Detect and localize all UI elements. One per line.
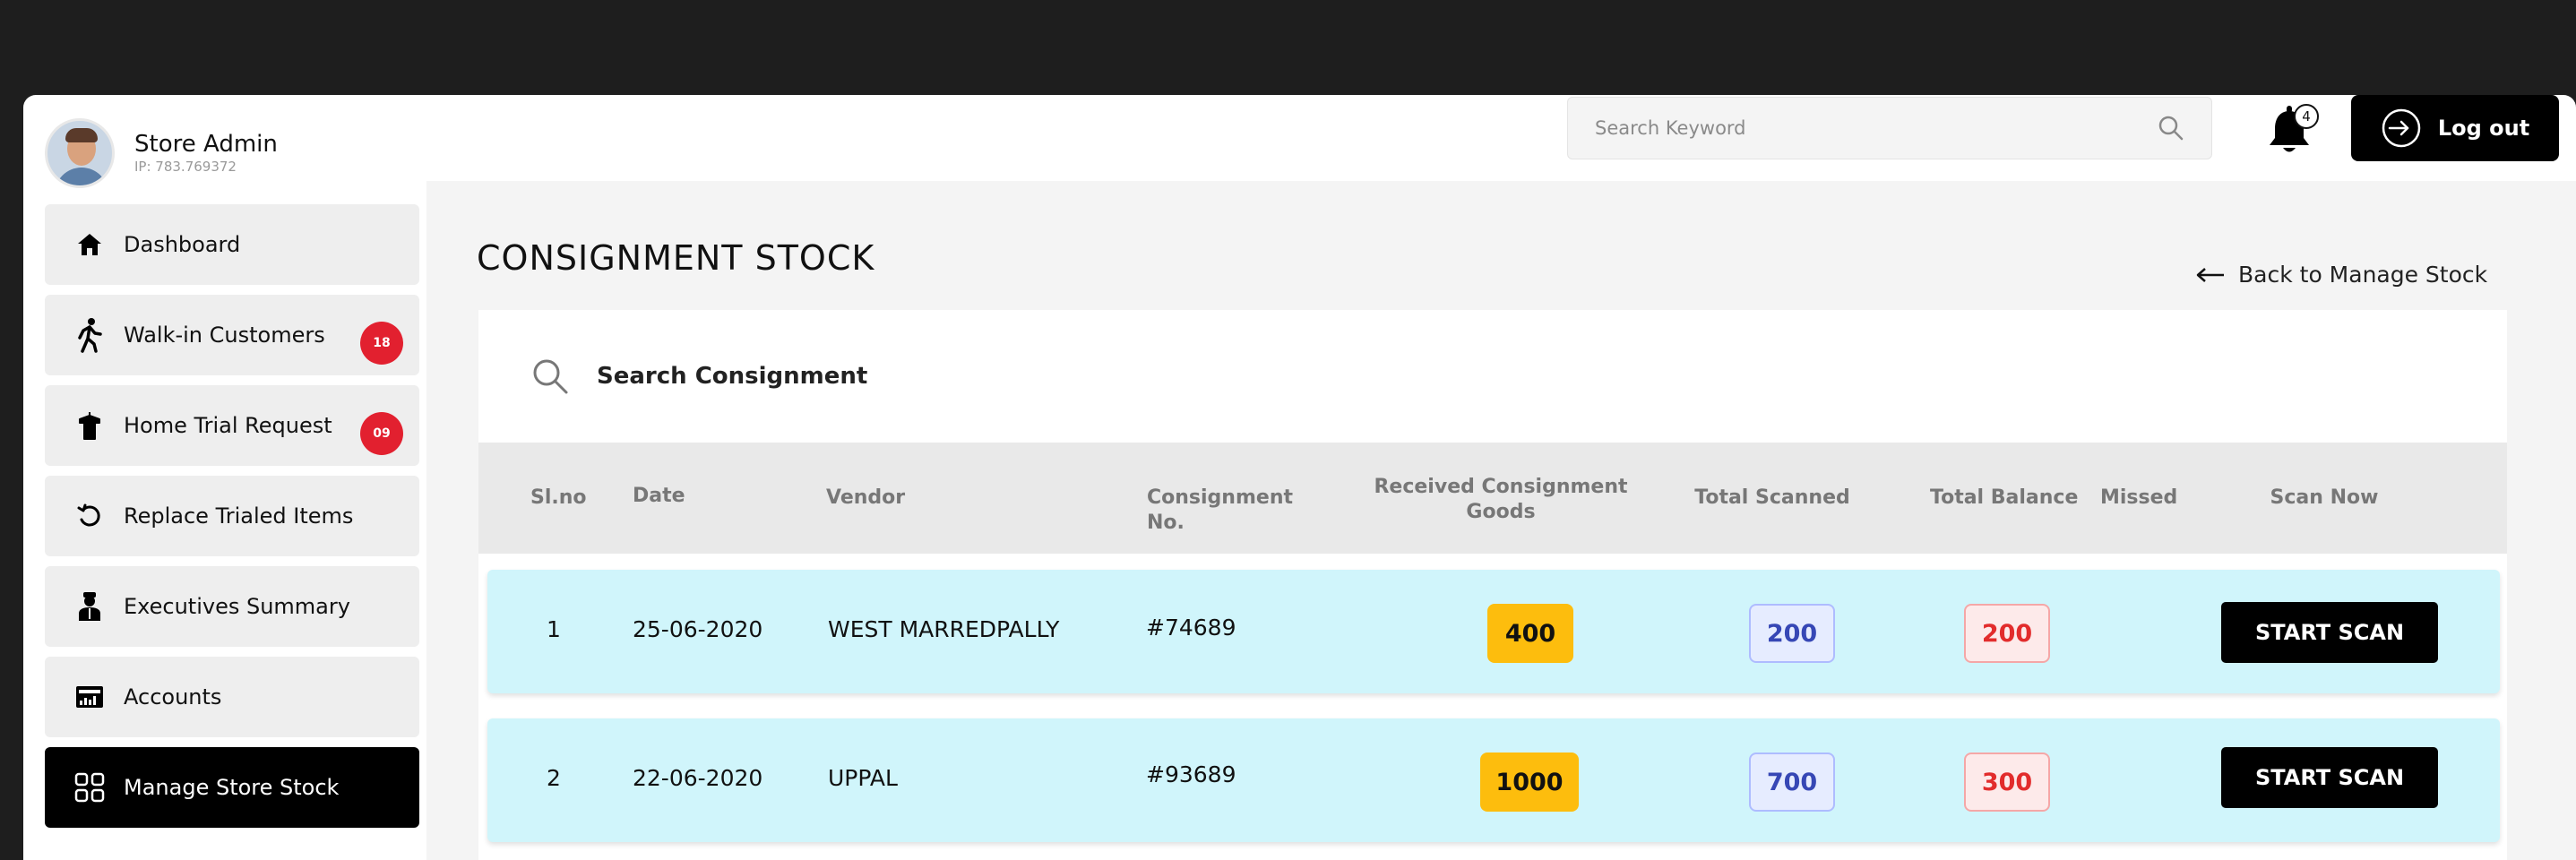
user-name: Store Admin (134, 131, 278, 158)
column-header-consignment-no: Consignment No. (1147, 486, 1293, 534)
cell-slno: 1 (547, 616, 561, 642)
cell-vendor: UPPAL (828, 765, 898, 791)
consignment-search-input[interactable] (597, 363, 1403, 390)
sidebar-item-label: Home Trial Request (124, 413, 332, 438)
sidebar-item-label: Replace Trialed Items (124, 503, 354, 529)
column-header-vendor: Vendor (826, 486, 906, 509)
back-link-label: Back to Manage Stock (2238, 262, 2488, 288)
start-scan-button[interactable]: START SCAN (2221, 747, 2438, 808)
back-to-manage-stock-link[interactable]: Back to Manage Stock (2195, 262, 2487, 288)
start-scan-button[interactable]: START SCAN (2221, 602, 2438, 663)
sidebar-item-home-trial-request[interactable]: Home Trial Request 09 (45, 385, 419, 466)
app-window: Store Admin IP: 783.769372 4 Log out (23, 95, 2576, 860)
scanned-count-badge: 200 (1749, 604, 1835, 663)
logout-label: Log out (2437, 116, 2530, 141)
sidebar-item-label: Dashboard (124, 232, 241, 257)
main-content: CONSIGNMENT STOCK Back to Manage Stock S… (426, 181, 2576, 860)
keyword-search-box (1567, 97, 2212, 159)
sidebar-item-manage-store-stock[interactable]: Manage Store Stock (45, 747, 419, 828)
avatar[interactable] (45, 118, 115, 188)
column-header-total-scanned: Total Scanned (1694, 486, 1850, 509)
column-header-total-balance: Total Balance (1930, 486, 2079, 509)
cell-date: 25-06-2020 (633, 616, 763, 642)
sidebar-item-label: Manage Store Stock (124, 775, 340, 800)
home-icon (72, 227, 108, 262)
walking-person-icon (72, 317, 108, 353)
column-header-scan-now: Scan Now (2270, 486, 2379, 509)
sidebar-item-dashboard[interactable]: Dashboard (45, 204, 419, 285)
cell-slno: 2 (547, 765, 561, 791)
search-icon[interactable] (530, 357, 570, 396)
home-trial-count-badge: 09 (360, 412, 403, 455)
column-header-received: Received Consignment Goods (1374, 476, 1628, 523)
sidebar-item-label: Accounts (124, 684, 222, 710)
column-header-slno: Sl.no (530, 486, 587, 509)
dress-hanger-icon (72, 408, 108, 443)
table-row: 1 25-06-2020 WEST MARREDPALLY #74689 400… (487, 570, 2500, 693)
cell-consignment-no: #74689 (1146, 615, 1236, 641)
column-header-date: Date (633, 485, 685, 507)
walk-in-count-badge: 18 (360, 322, 403, 365)
notification-count-badge: 4 (2294, 104, 2319, 129)
column-header-missed: Missed (2100, 486, 2178, 509)
sidebar-item-walk-in-customers[interactable]: Walk-in Customers 18 (45, 295, 419, 375)
search-icon[interactable] (2158, 115, 2184, 142)
table-row: 2 22-06-2020 UPPAL #93689 1000 700 300 S… (487, 718, 2500, 842)
user-profile[interactable]: Store Admin IP: 783.769372 (45, 118, 278, 188)
rotate-icon (72, 498, 108, 534)
logout-icon (2382, 108, 2421, 148)
sidebar-item-executives-summary[interactable]: Executives Summary (45, 566, 419, 647)
sidebar-item-accounts[interactable]: Accounts (45, 657, 419, 737)
scanned-count-badge: 700 (1749, 752, 1835, 812)
consignment-panel: Sl.no Date Vendor Consignment No. Receiv… (478, 310, 2507, 860)
keyword-search-input[interactable] (1595, 117, 2158, 139)
balance-count-badge: 300 (1964, 752, 2050, 812)
cell-consignment-no: #93689 (1146, 761, 1236, 787)
sidebar-item-label: Executives Summary (124, 594, 350, 619)
cell-date: 22-06-2020 (633, 765, 763, 791)
logout-button[interactable]: Log out (2351, 95, 2559, 161)
sidebar-item-label: Walk-in Customers (124, 322, 325, 348)
received-count-badge: 400 (1487, 604, 1573, 663)
accounts-chart-icon (72, 679, 108, 715)
arrow-left-icon (2196, 267, 2224, 282)
sidebar: Dashboard Walk-in Customers 18 Home Tria… (45, 204, 419, 838)
consignment-search-bar (478, 310, 2507, 443)
table-header: Sl.no Date Vendor Consignment No. Receiv… (478, 443, 2507, 554)
user-ip: IP: 783.769372 (134, 159, 237, 175)
balance-count-badge: 200 (1964, 604, 2050, 663)
cell-vendor: WEST MARREDPALLY (828, 616, 1060, 642)
sidebar-item-replace-trialed-items[interactable]: Replace Trialed Items (45, 476, 419, 556)
executive-person-icon (72, 589, 108, 624)
grid-icon (72, 770, 108, 805)
received-count-badge: 1000 (1480, 752, 1579, 812)
page-title: CONSIGNMENT STOCK (477, 238, 875, 278)
